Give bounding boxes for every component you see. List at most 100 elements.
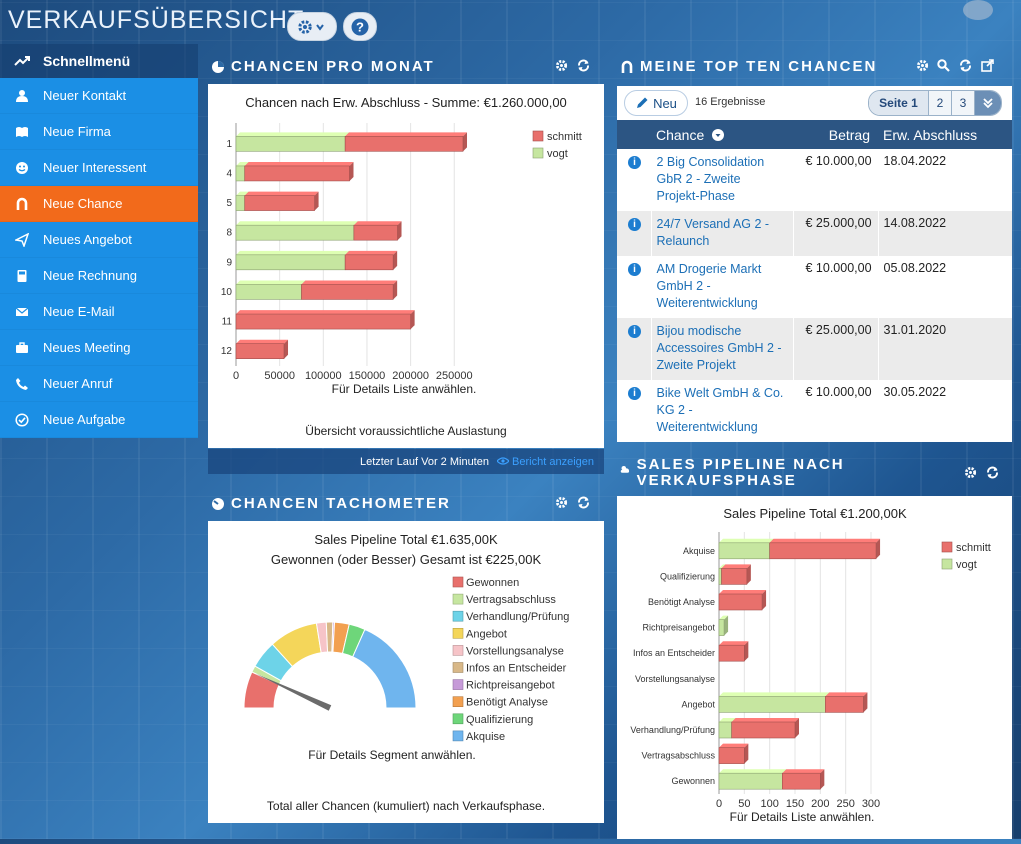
- sidebar-item-neue-e-mail[interactable]: Neue E-Mail: [0, 294, 198, 330]
- bar-vogt[interactable]: [235, 132, 350, 152]
- smiley-icon: [0, 161, 43, 175]
- sidebar-item-neue-firma[interactable]: Neue Firma: [0, 114, 198, 150]
- bar-vogt[interactable]: [718, 769, 787, 790]
- info-icon[interactable]: i: [628, 325, 641, 338]
- table-row[interactable]: i 2 Big Consolidation GbR 2 - Zweite Proj…: [617, 149, 1012, 211]
- refresh-icon[interactable]: [985, 466, 1000, 484]
- page-current[interactable]: Seite 1: [869, 91, 928, 115]
- x-tick-label: 150: [786, 798, 804, 810]
- show-report-link[interactable]: Bericht anzeigen: [496, 455, 594, 468]
- table-toolbar: Neu 16 Ergebnisse Seite 1 2 3: [617, 86, 1012, 120]
- refresh-icon[interactable]: [576, 496, 591, 514]
- betrag-cell: € 10.000,00: [793, 380, 879, 442]
- refresh-icon[interactable]: [958, 59, 973, 77]
- bar-schmitt[interactable]: [721, 564, 751, 585]
- gear-icon[interactable]: [555, 59, 568, 77]
- info-cell: i: [617, 256, 652, 318]
- legend-label-schmitt: schmitt: [547, 131, 582, 143]
- legend-label-vogt: vogt: [956, 559, 977, 571]
- sidebar-item-neue-chance[interactable]: Neue Chance: [0, 186, 198, 222]
- abschluss-cell: 30.05.2022: [878, 380, 1012, 442]
- info-icon[interactable]: i: [628, 387, 641, 400]
- bar-schmitt[interactable]: [344, 132, 467, 152]
- bar-face: [719, 542, 770, 559]
- y-tick-label: 11: [222, 317, 233, 328]
- bar-vogt[interactable]: [235, 280, 306, 300]
- bar-top: [731, 718, 799, 722]
- bar-schmitt[interactable]: [301, 280, 398, 300]
- bar-schmitt[interactable]: [782, 769, 825, 790]
- bar-schmitt[interactable]: [769, 538, 881, 560]
- bar-vogt[interactable]: [718, 692, 830, 713]
- gear-icon[interactable]: [555, 496, 568, 514]
- chance-link[interactable]: 2 Big Consolidation GbR 2 - Zweite Proje…: [657, 154, 787, 205]
- table-row[interactable]: i AM Drogerie Markt GmbH 2 - Weiterentwic…: [617, 256, 1012, 318]
- bar-schmitt[interactable]: [353, 221, 402, 241]
- bar-top: [236, 132, 350, 137]
- more-pages-button[interactable]: [974, 91, 1001, 115]
- info-icon[interactable]: i: [628, 156, 641, 169]
- page-3[interactable]: 3: [951, 91, 974, 115]
- bar-schmitt[interactable]: [235, 310, 415, 330]
- chart-chancen-pro-monat[interactable]: Chancen nach Erw. Abschluss - Summe: €1.…: [208, 84, 604, 448]
- search-icon[interactable]: [937, 59, 950, 77]
- table-row[interactable]: i 24/7 Versand AG 2 - Relaunch € 25.000,00…: [617, 211, 1012, 256]
- bar-schmitt[interactable]: [718, 590, 767, 611]
- chart-sales-pipeline[interactable]: Sales Pipeline Total €1.200,00K 0 50 100 150…: [617, 496, 1012, 839]
- sidebar-item-label: Neue Firma: [43, 124, 111, 139]
- bar-schmitt[interactable]: [731, 718, 799, 739]
- col-info: [617, 120, 651, 149]
- sidebar-item-neuer-kontakt[interactable]: Neuer Kontakt: [0, 78, 198, 114]
- bar-schmitt[interactable]: [235, 339, 289, 359]
- sidebar-item-neuer-interessent[interactable]: Neuer Interessent: [0, 150, 198, 186]
- col-betrag[interactable]: Betrag: [793, 120, 878, 149]
- gauge-segment[interactable]: [352, 628, 417, 709]
- bar-schmitt[interactable]: [244, 191, 319, 211]
- bar-schmitt[interactable]: [718, 743, 749, 764]
- table-row[interactable]: i Bike Welt GmbH & Co. KG 2 - Weiterentwi…: [617, 380, 1012, 442]
- bar-schmitt[interactable]: [344, 250, 398, 271]
- bar-top: [236, 280, 306, 285]
- bar-schmitt[interactable]: [718, 641, 749, 662]
- info-icon[interactable]: i: [628, 263, 641, 276]
- legend-swatch: [452, 576, 464, 588]
- chart-panel-tachometer: Sales Pipeline Total €1.635,00K Gewonnen …: [208, 521, 604, 823]
- chance-link[interactable]: Bijou modische Accessoires GmbH 2 - Zwei…: [657, 323, 787, 374]
- refresh-icon[interactable]: [576, 59, 591, 77]
- chance-link[interactable]: Bike Welt GmbH & Co. KG 2 - Weiterentwic…: [657, 385, 787, 436]
- y-tick-label: Angebot: [681, 699, 715, 709]
- chance-link[interactable]: 24/7 Versand AG 2 - Relaunch: [657, 216, 787, 250]
- settings-menu-button[interactable]: [287, 12, 337, 41]
- bar-top: [719, 590, 767, 594]
- y-tick-label: 5: [226, 198, 232, 209]
- sidebar-item-neues-meeting[interactable]: Neues Meeting: [0, 330, 198, 366]
- chart-tachometer[interactable]: Sales Pipeline Total €1.635,00K Gewonnen …: [208, 521, 604, 823]
- bar-vogt[interactable]: [718, 615, 729, 636]
- new-chance-button[interactable]: Neu: [624, 90, 688, 116]
- gear-icon[interactable]: [916, 59, 929, 77]
- sidebar-item-neue-rechnung[interactable]: Neue Rechnung: [0, 258, 198, 294]
- gear-icon[interactable]: [964, 466, 977, 484]
- legend-swatch: [452, 662, 464, 673]
- bar-vogt[interactable]: [235, 221, 358, 241]
- col-abschluss[interactable]: Erw. Abschluss: [878, 120, 1012, 149]
- bar-schmitt[interactable]: [825, 692, 868, 713]
- table-row[interactable]: i Bijou modische Accessoires GmbH 2 - Zwe…: [617, 318, 1012, 380]
- external-link-icon[interactable]: [981, 59, 994, 77]
- sidebar-item-neue-aufgabe[interactable]: Neue Aufgabe: [0, 402, 198, 438]
- info-icon[interactable]: i: [628, 218, 641, 231]
- chance-link[interactable]: AM Drogerie Markt GmbH 2 - Weiterentwick…: [657, 261, 787, 312]
- show-report-label: Bericht anzeigen: [512, 455, 594, 468]
- sidebar-item-neues-angebot[interactable]: Neues Angebot: [0, 222, 198, 258]
- legend-label: Verhandlung/Prüfung: [466, 611, 569, 623]
- bar-vogt[interactable]: [235, 250, 350, 271]
- legend-swatch: [452, 713, 464, 725]
- help-button[interactable]: ?: [343, 12, 377, 41]
- bar-vogt[interactable]: [718, 538, 774, 560]
- page-2[interactable]: 2: [928, 91, 951, 115]
- bar-schmitt[interactable]: [244, 161, 354, 182]
- col-chance[interactable]: Chance: [651, 120, 793, 149]
- user-avatar[interactable]: [963, 0, 993, 20]
- sidebar-item-neuer-anruf[interactable]: Neuer Anruf: [0, 366, 198, 402]
- bar-top: [236, 310, 415, 315]
